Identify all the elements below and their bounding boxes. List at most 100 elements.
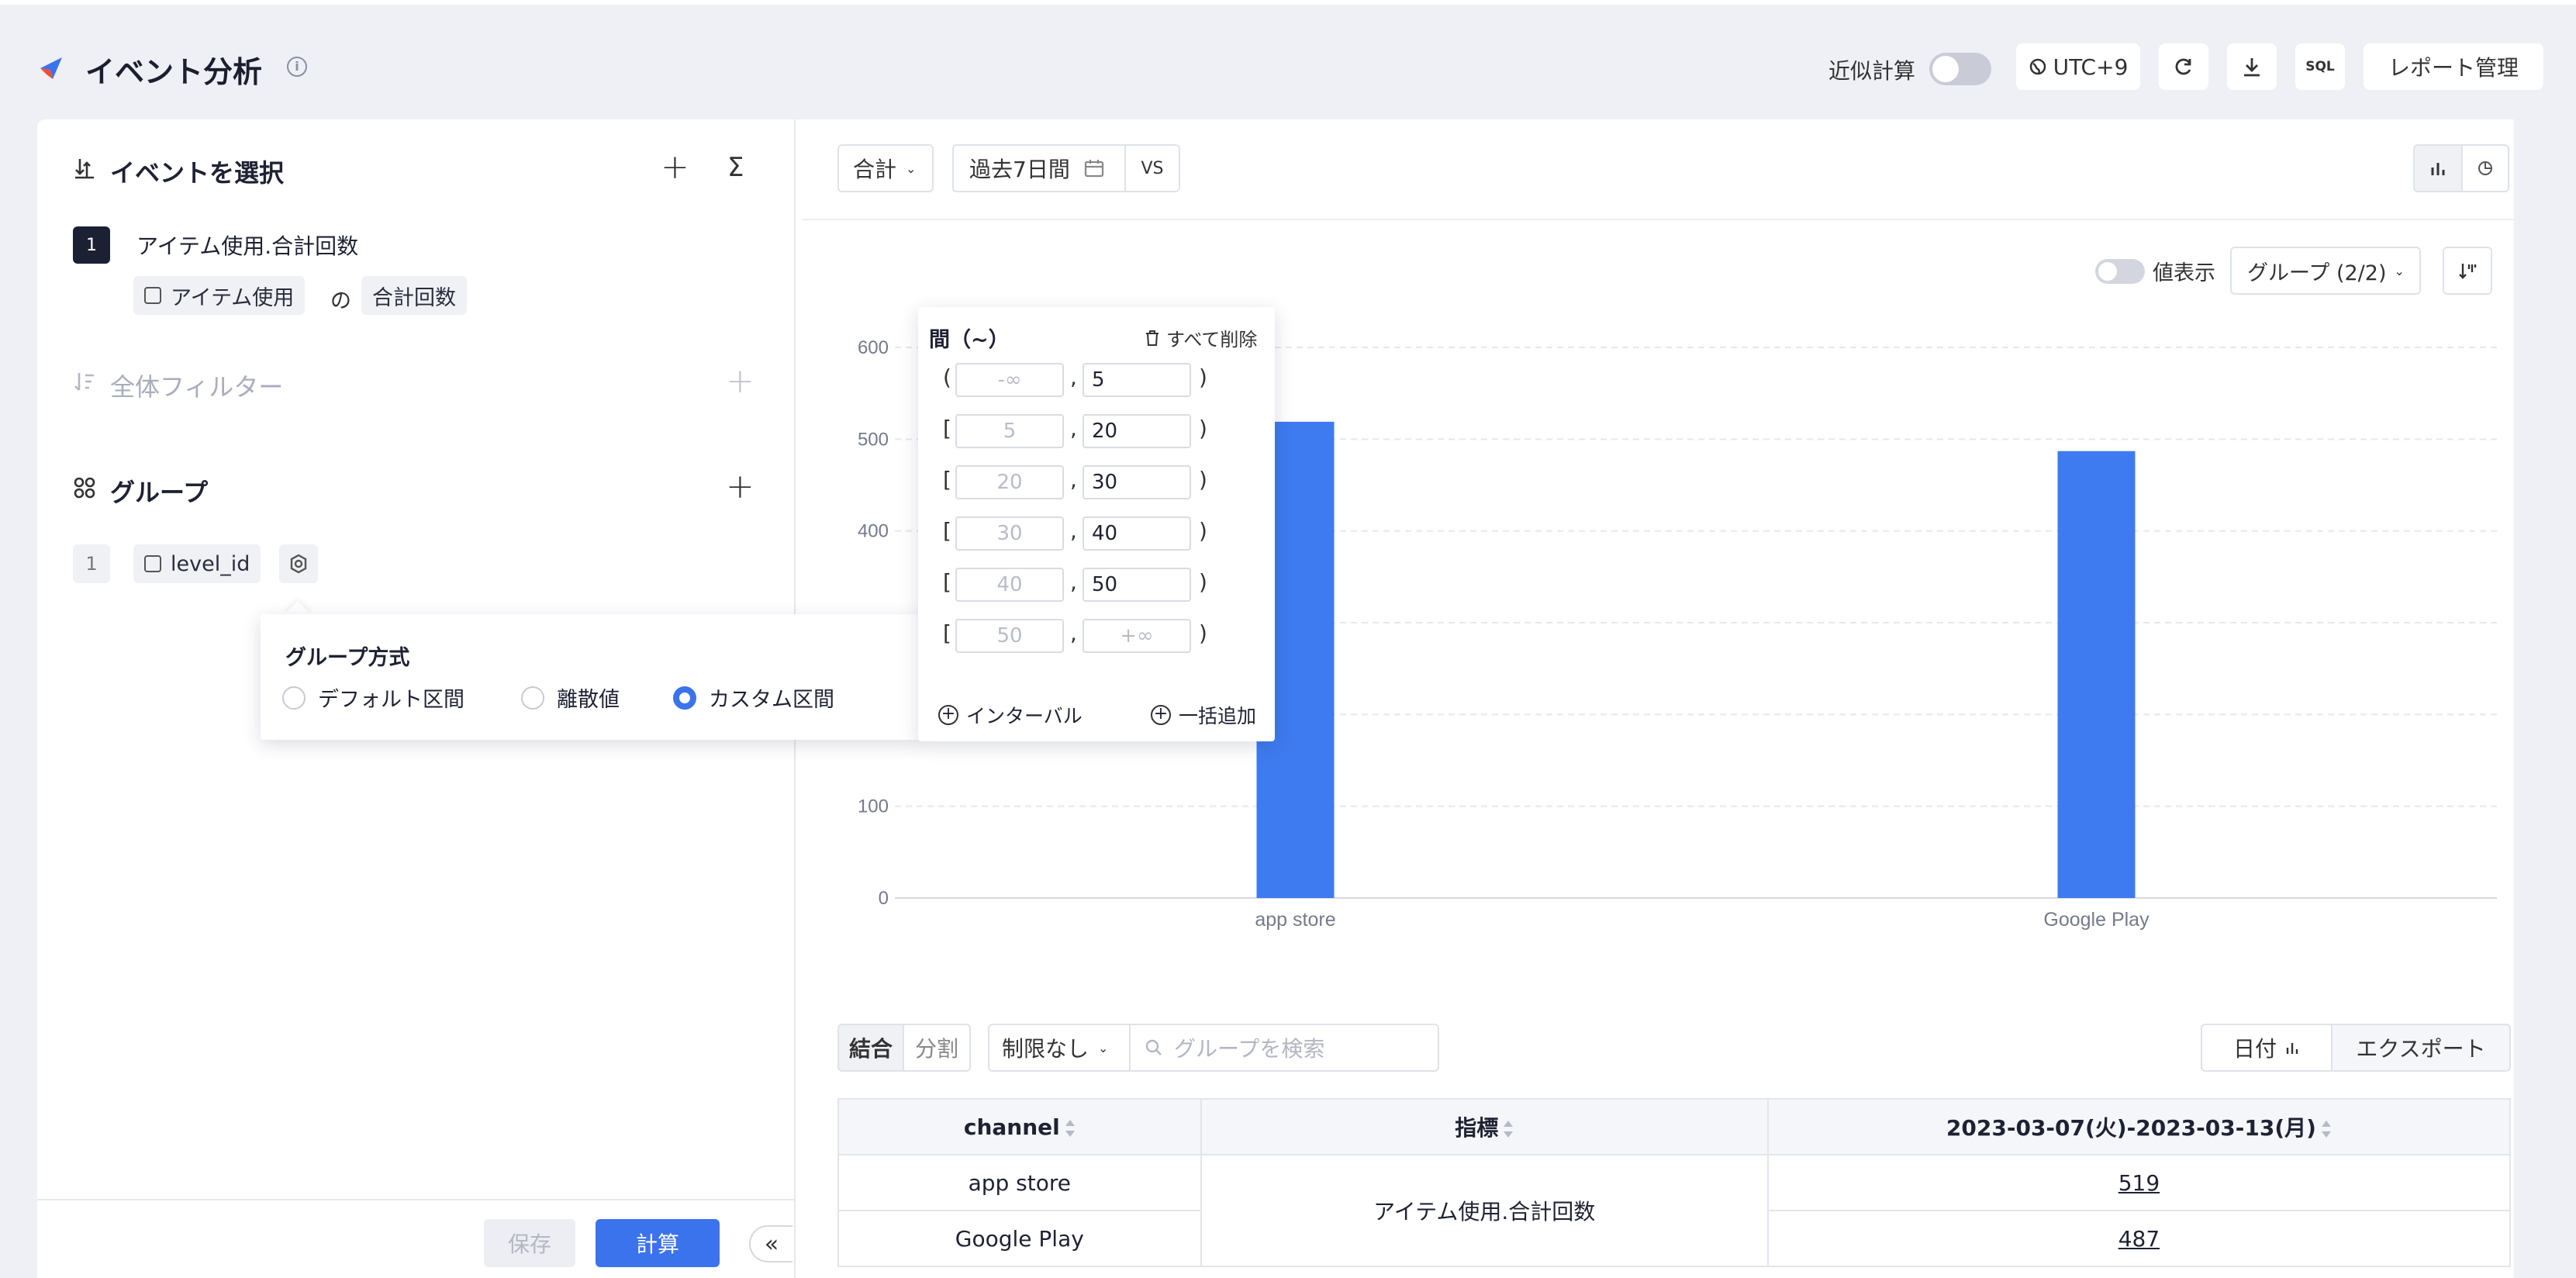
group-settings-button[interactable]	[279, 544, 318, 583]
bulk-add-button[interactable]: + 一括追加	[1151, 701, 1256, 729]
timezone-button[interactable]: UTC+9	[2016, 43, 2140, 90]
group-index: 1	[73, 544, 110, 583]
group-option-custom[interactable]: カスタム区間	[673, 682, 834, 713]
column-header-channel[interactable]: channel	[837, 1098, 1202, 1155]
interval-from-input[interactable]: -∞	[955, 363, 1064, 397]
interval-to-input[interactable]: 5	[1083, 363, 1191, 397]
collapse-panel-button[interactable]: «	[749, 1225, 792, 1262]
column-header-date[interactable]: 2023-03-07(火)-2023-03-13(月)	[1766, 1098, 2512, 1155]
compare-button[interactable]: VS	[1124, 144, 1180, 192]
merge-tab[interactable]: 結合	[837, 1024, 904, 1072]
compare-label: VS	[1141, 158, 1164, 178]
interval-separator: ,	[1070, 416, 1077, 441]
metric-chip[interactable]: 合計回数	[361, 276, 467, 315]
interval-open-bracket: [	[943, 467, 951, 492]
event-chip[interactable]: アイテム使用	[133, 276, 306, 315]
approx-calc-toggle[interactable]	[1929, 53, 1991, 85]
search-icon	[1145, 1039, 1162, 1055]
download-icon	[2244, 58, 2260, 77]
calculate-button[interactable]: 計算	[596, 1219, 720, 1267]
interval-from-input[interactable]: 30	[955, 516, 1064, 551]
interval-from-input[interactable]: 40	[955, 568, 1064, 602]
value-display-toggle[interactable]	[2095, 259, 2145, 284]
interval-title: 間（~）	[929, 328, 1010, 352]
globe-icon	[2029, 58, 2046, 75]
value-link[interactable]: 519	[2118, 1170, 2160, 1196]
interval-to-input[interactable]: +∞	[1083, 619, 1191, 653]
info-icon[interactable]: i	[287, 57, 307, 77]
add-group-button[interactable]: +	[726, 470, 754, 504]
toolbar-divider	[802, 219, 2516, 220]
add-filter-button[interactable]: +	[726, 364, 754, 399]
refresh-icon	[2175, 58, 2191, 75]
interval-to-input[interactable]: 40	[1083, 516, 1191, 551]
value-link[interactable]: 487	[2118, 1226, 2160, 1252]
interval-close-bracket: )	[1199, 569, 1207, 595]
event-name[interactable]: アイテム使用.合計回数	[136, 230, 358, 261]
group-filter-select[interactable]: グループ (2/2) ⌄	[2230, 247, 2421, 295]
sort-button[interactable]	[2443, 247, 2492, 295]
limit-select[interactable]: 制限なし ⌄	[988, 1024, 1131, 1072]
interval-close-bracket: )	[1199, 620, 1207, 646]
approx-calc-label: 近似計算	[1828, 58, 1916, 84]
interval-to-input[interactable]: 20	[1083, 414, 1191, 448]
filter-icon	[74, 373, 94, 391]
group-method-popover: グループ方式 デフォルト区間 離散値 カスタム区間	[261, 614, 920, 740]
export-button[interactable]: エクスポート	[2331, 1024, 2511, 1072]
group-option-discrete[interactable]: 離散値	[521, 682, 620, 713]
bar-chart-icon	[2286, 1043, 2298, 1054]
report-manage-label: レポート管理	[2388, 55, 2519, 81]
sum-formula-button[interactable]: Σ	[727, 152, 744, 183]
sort-arrows-icon[interactable]	[1503, 1121, 1514, 1138]
pie-chart-view-button[interactable]	[2461, 144, 2509, 192]
bar[interactable]	[2057, 451, 2136, 898]
sort-arrows-icon[interactable]	[1065, 1119, 1076, 1137]
group-field-chip[interactable]: level_id	[133, 544, 261, 583]
download-button[interactable]	[2227, 43, 2277, 90]
group-option-default[interactable]: デフォルト区間	[282, 682, 464, 713]
x-tick-label: Google Play	[2043, 909, 2150, 931]
column-header-metric[interactable]: 指標	[1200, 1098, 1769, 1155]
footer-divider	[37, 1199, 794, 1200]
report-manage-button[interactable]: レポート管理	[2364, 43, 2543, 90]
interval-to-input[interactable]: 50	[1083, 568, 1191, 602]
aggregation-label: 合計	[853, 157, 897, 182]
interval-from-input[interactable]: 50	[955, 619, 1064, 653]
group-filter-label: グループ (2/2)	[2247, 261, 2387, 285]
group-search-input[interactable]: グループを検索	[1129, 1024, 1439, 1072]
plus-circle-icon: +	[1151, 705, 1171, 725]
delete-all-button[interactable]: すべて削除	[1145, 324, 1257, 351]
bar-chart-view-button[interactable]	[2413, 144, 2463, 192]
bulk-add-label: 一括追加	[1179, 705, 1257, 727]
result-table: channel 指標 2023-03-07(火)-2023-03-13(月) a…	[837, 1098, 2512, 1267]
calendar-icon	[1084, 160, 1103, 178]
date-column-button[interactable]: 日付	[2201, 1024, 2333, 1072]
sql-button[interactable]: SQL	[2295, 43, 2345, 90]
interval-close-bracket: )	[1199, 416, 1207, 441]
radio-default[interactable]	[282, 686, 306, 710]
radio-custom[interactable]	[673, 686, 696, 710]
sql-label: SQL	[2305, 59, 2335, 74]
split-tab[interactable]: 分割	[903, 1024, 971, 1072]
interval-to-input[interactable]: 30	[1083, 465, 1191, 499]
add-interval-button[interactable]: + インターバル	[938, 701, 1083, 729]
save-button[interactable]: 保存	[484, 1219, 575, 1267]
interval-separator: ,	[1070, 364, 1077, 390]
interval-from-input[interactable]: 5	[955, 414, 1064, 448]
cell-value[interactable]: 519	[1766, 1154, 2512, 1211]
search-placeholder: グループを検索	[1174, 1036, 1325, 1062]
date-range-picker[interactable]: 過去7日間	[952, 144, 1126, 192]
refresh-button[interactable]	[2159, 43, 2208, 90]
event-icon	[144, 287, 161, 304]
x-tick-label: app store	[1255, 909, 1335, 931]
aggregation-select[interactable]: 合計 ⌄	[837, 144, 934, 192]
add-event-button[interactable]: +	[661, 150, 689, 185]
sort-arrows-icon[interactable]	[2321, 1121, 2332, 1138]
interval-from-input[interactable]: 20	[955, 465, 1064, 499]
pie-chart-icon	[2478, 161, 2492, 175]
event-index-badge: 1	[73, 226, 110, 264]
radio-discrete[interactable]	[521, 686, 544, 710]
cell-value[interactable]: 487	[1766, 1210, 2512, 1267]
split-label: 分割	[914, 1036, 958, 1062]
table-row: app store アイテム使用.合計回数 519	[837, 1154, 2512, 1267]
